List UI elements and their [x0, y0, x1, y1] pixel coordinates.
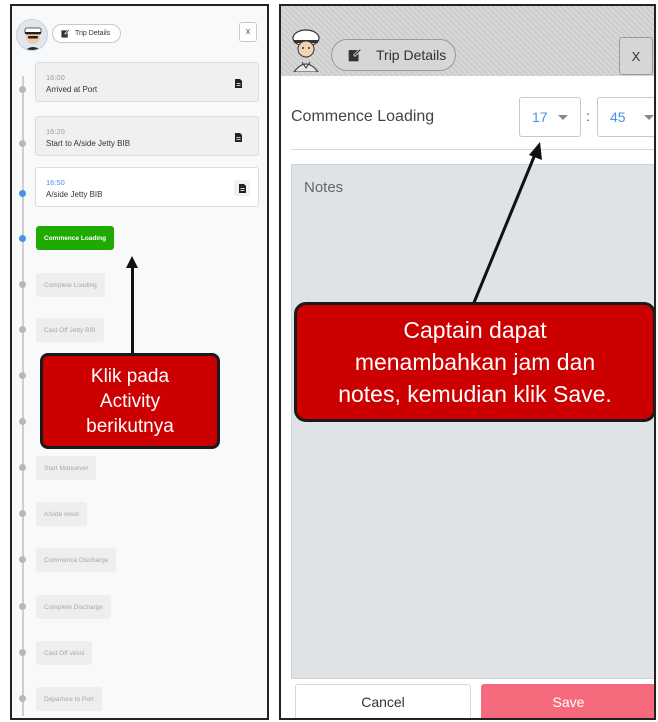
- edit-icon: [348, 48, 362, 62]
- trip-timeline-panel: Trip Details X 16:00 Arrived at Port 16:…: [10, 4, 269, 720]
- commence-loading-button[interactable]: Commence Loading: [36, 226, 115, 250]
- timeline-dot: [19, 695, 26, 702]
- hour-select[interactable]: 17: [519, 97, 581, 137]
- captain-avatar-icon: [17, 20, 47, 50]
- activity-title: Commence Loading: [291, 108, 435, 125]
- activity-button[interactable]: Complete Loading: [36, 273, 105, 297]
- annotation-arrow: [131, 266, 134, 354]
- activity-button[interactable]: A/side vessl: [36, 502, 87, 526]
- trip-details-label: Trip Details: [75, 30, 111, 37]
- activity-card[interactable]: 16:00 Arrived at Port: [35, 62, 259, 102]
- close-label: X: [631, 48, 641, 64]
- timeline-dot: [19, 418, 26, 425]
- document-icon[interactable]: [230, 75, 246, 91]
- timeline-dot: [19, 510, 26, 517]
- annotation-callout: Captain dapat menambahkan jam dan notes,…: [294, 302, 654, 422]
- document-icon[interactable]: [230, 129, 246, 145]
- minute-value: 45: [610, 109, 626, 125]
- trip-details-button[interactable]: Trip Details: [331, 39, 456, 71]
- activity-button[interactable]: Complete Discharge: [36, 595, 111, 619]
- captain-avatar: [289, 28, 323, 74]
- activity-button[interactable]: Start Manuever: [36, 456, 97, 480]
- save-button[interactable]: Save: [481, 684, 654, 718]
- trip-details-label: Trip Details: [376, 47, 447, 63]
- activity-time: 16:50: [46, 178, 65, 187]
- activity-button[interactable]: Cast Off Jetty BIB: [36, 318, 104, 342]
- chevron-down-icon: [644, 115, 654, 120]
- chevron-down-icon: [558, 115, 568, 120]
- timeline-dot: [19, 649, 26, 656]
- timeline-dot: [19, 326, 26, 333]
- document-icon[interactable]: [234, 180, 250, 196]
- close-button[interactable]: X: [619, 37, 653, 75]
- activity-button[interactable]: Departure to Port: [36, 687, 102, 711]
- captain-avatar: [16, 19, 48, 51]
- activity-label: A/side Jetty BIB: [46, 190, 103, 199]
- annotation-arrow-head: [126, 256, 138, 268]
- cancel-button[interactable]: Cancel: [295, 684, 471, 718]
- timeline-dot: [19, 140, 26, 147]
- trip-details-button[interactable]: Trip Details: [52, 24, 121, 43]
- cancel-label: Cancel: [361, 694, 405, 710]
- captain-avatar-icon: [292, 29, 320, 72]
- activity-time: 16:20: [46, 127, 65, 136]
- edit-icon: [61, 29, 70, 38]
- form-header-overlay: Trip Details X: [281, 6, 654, 76]
- timeline-dot: [19, 281, 26, 288]
- notes-placeholder: Notes: [304, 179, 344, 196]
- timeline-dot-current: [19, 190, 26, 197]
- timeline-dot: [19, 372, 26, 379]
- timeline-dot-next: [19, 235, 26, 242]
- annotation-callout-text: Klik pada Activity berikutnya: [86, 365, 174, 437]
- timeline-dot: [19, 603, 26, 610]
- save-label: Save: [552, 694, 585, 710]
- activity-button[interactable]: Commence Discharge: [36, 548, 117, 572]
- activity-card[interactable]: 16:20 Start to A/side Jetty BIB: [35, 116, 259, 156]
- activity-card-current[interactable]: 16:50 A/side Jetty BIB: [35, 167, 259, 207]
- activity-button[interactable]: Cast Off vessl: [36, 641, 93, 665]
- hour-value: 17: [532, 109, 548, 125]
- timeline-line: [22, 76, 24, 716]
- timeline-dot: [19, 464, 26, 471]
- activity-form-panel: Trip Details X Commence Loading 17 : 45 …: [279, 4, 656, 720]
- time-separator: :: [586, 108, 590, 124]
- timeline-header: Trip Details X: [12, 6, 267, 56]
- minute-select[interactable]: 45: [597, 97, 654, 137]
- activity-label: Arrived at Port: [46, 85, 98, 94]
- close-button[interactable]: X: [239, 22, 257, 42]
- timeline-dot: [19, 556, 26, 563]
- divider: [291, 149, 654, 150]
- activity-time: 16:00: [46, 73, 65, 82]
- annotation-callout-text: Captain dapat menambahkan jam dan notes,…: [338, 317, 612, 407]
- timeline-dot: [19, 86, 26, 93]
- annotation-callout: Klik pada Activity berikutnya: [40, 353, 220, 449]
- close-label: X: [245, 28, 251, 36]
- activity-label: Start to A/side Jetty BIB: [46, 139, 131, 148]
